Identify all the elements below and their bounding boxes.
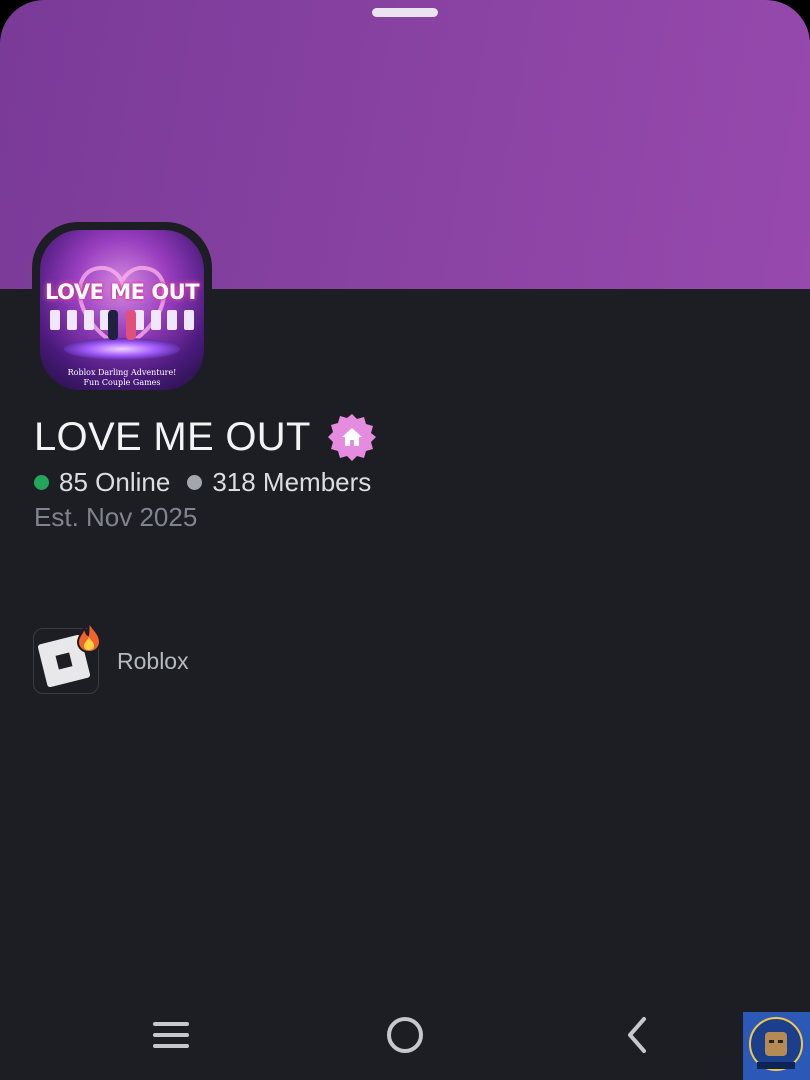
server-profile-sheet: LOVE ME OUT Roblox Darling Adventure! Fu…	[0, 0, 810, 1080]
home-badge-icon[interactable]	[327, 412, 377, 462]
server-icon-title: LOVE ME OUT	[44, 280, 200, 304]
watermark-logo	[743, 1012, 810, 1080]
flame-icon	[76, 621, 102, 653]
drag-handle[interactable]	[372, 8, 438, 17]
server-icon-subtitle: Roblox Darling Adventure! Fun Couple Gam…	[40, 368, 204, 388]
system-nav-bar	[0, 990, 810, 1080]
icon-figure-left	[108, 310, 118, 340]
server-name-row: LOVE ME OUT	[34, 412, 377, 462]
online-stat: 85 Online	[34, 467, 170, 498]
server-name: LOVE ME OUT	[34, 414, 311, 459]
online-dot-icon	[34, 474, 49, 490]
roblox-icon	[33, 621, 102, 694]
game-activity-row[interactable]: Roblox	[33, 621, 189, 694]
server-stats: 85 Online 318 Members	[34, 466, 371, 498]
icon-stage	[64, 338, 180, 360]
menu-icon[interactable]	[146, 1010, 196, 1060]
server-icon-frame: LOVE ME OUT Roblox Darling Adventure! Fu…	[32, 222, 212, 398]
member-count: 318 Members	[212, 466, 372, 497]
members-dot-icon	[187, 474, 203, 490]
members-stat: 318 Members	[187, 467, 371, 498]
online-count: 85 Online	[59, 466, 171, 497]
game-label: Roblox	[117, 647, 189, 674]
home-circle-icon[interactable]	[380, 1010, 430, 1060]
back-chevron-icon[interactable]	[612, 1010, 662, 1060]
icon-subtitle-line1: Roblox Darling Adventure!	[67, 368, 177, 377]
server-icon[interactable]: LOVE ME OUT Roblox Darling Adventure! Fu…	[40, 230, 204, 390]
established-date: Est. Nov 2025	[34, 502, 198, 532]
icon-subtitle-line2: Fun Couple Games	[83, 378, 161, 387]
icon-card-row	[50, 310, 194, 334]
icon-figure-right	[126, 310, 136, 340]
